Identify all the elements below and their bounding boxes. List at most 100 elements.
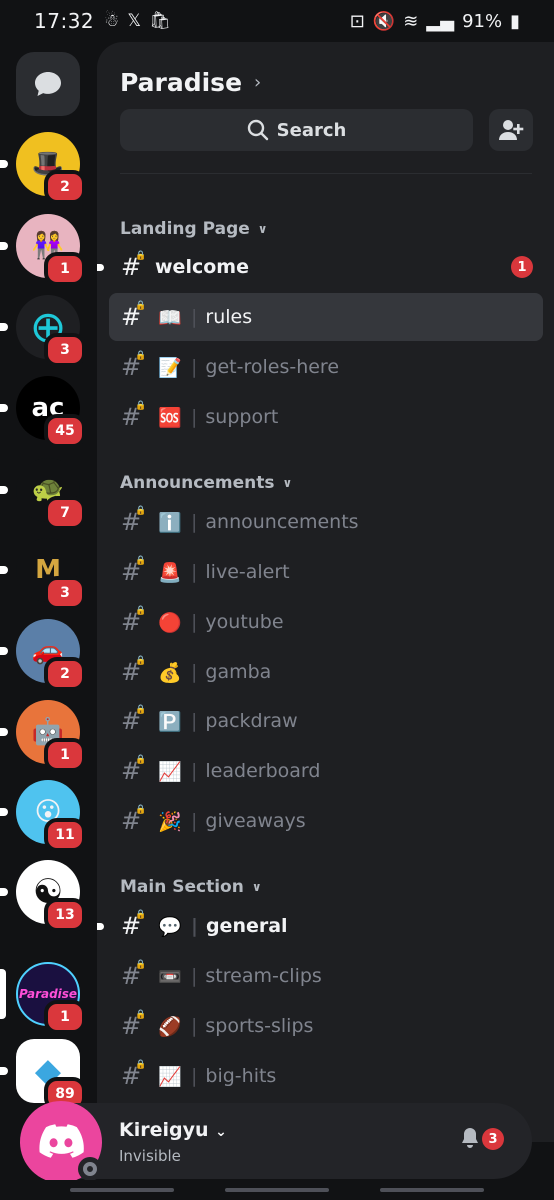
- hashtag-icon: # 🔒: [121, 755, 147, 785]
- channel-rules[interactable]: # 🔒 📖 | rules: [109, 293, 543, 341]
- server-12[interactable]: ◆ 89: [16, 1039, 86, 1111]
- server-1[interactable]: 🎩 2: [16, 132, 86, 204]
- unread-server-indicator: [0, 728, 8, 736]
- channel-name: youtube: [205, 611, 284, 633]
- channel-name: live-alert: [205, 561, 290, 583]
- unread-indicator: [97, 263, 104, 271]
- channel-badge: 1: [511, 256, 533, 278]
- hashtag-icon: # 🔒: [121, 606, 147, 636]
- unread-server-indicator: [0, 323, 8, 331]
- channel-emoji: 📈: [158, 760, 182, 783]
- channel-name: sports-slips: [205, 1015, 314, 1037]
- category-label: Main Section: [120, 877, 244, 897]
- unread-server-indicator: [0, 566, 8, 574]
- status-notification-icons: ☃ 𝕏 🛍: [104, 11, 171, 31]
- add-user-icon: [499, 120, 524, 140]
- server-header[interactable]: Paradise ›: [120, 68, 261, 97]
- category-header[interactable]: Landing Page ∨: [120, 219, 268, 239]
- channel-emoji: 📝: [158, 356, 182, 379]
- discord-logo-icon: [39, 1124, 84, 1158]
- notification-app-icon: ☃: [104, 11, 120, 31]
- channel-name: announcements: [205, 511, 359, 533]
- hashtag-icon: # 🔒: [121, 301, 147, 331]
- signal-icon: ▂▄: [426, 10, 455, 32]
- channel-emoji: 🆘: [158, 406, 182, 429]
- channel-big-hits[interactable]: # 🔒 📈 | big-hits: [109, 1052, 543, 1100]
- server-4[interactable]: ac 45: [16, 376, 86, 448]
- nav-handle-left[interactable]: [70, 1188, 174, 1192]
- hashtag-icon: # 🔒: [121, 656, 147, 686]
- channel-name: support: [205, 406, 279, 428]
- channel-gamba[interactable]: # 🔒 💰 | gamba: [109, 648, 543, 696]
- channel-emoji: 💬: [158, 915, 182, 938]
- channel-general[interactable]: # 🔒 💬 | general: [97, 902, 543, 950]
- hashtag-icon: # 🔒: [121, 805, 147, 835]
- channel-emoji: 🔴: [158, 611, 182, 634]
- server-paradise[interactable]: Paradise 1: [16, 962, 86, 1034]
- server-9[interactable]: 😮 11: [16, 780, 86, 852]
- category-header[interactable]: Main Section ∨: [120, 877, 262, 897]
- channel-support[interactable]: # 🔒 🆘 | support: [109, 393, 543, 441]
- server-2[interactable]: 👭 1: [16, 214, 86, 286]
- channel-name: stream-clips: [205, 965, 322, 987]
- channel-leaderboard[interactable]: # 🔒 📈 | leaderboard: [109, 747, 543, 795]
- channel-sports-slips[interactable]: # 🔒 🏈 | sports-slips: [109, 1002, 543, 1050]
- hashtag-icon: # 🔒: [121, 556, 147, 586]
- channel-get-roles-here[interactable]: # 🔒 📝 | get-roles-here: [109, 343, 543, 391]
- search-button[interactable]: Search: [120, 109, 473, 151]
- x-app-icon: 𝕏: [127, 11, 142, 31]
- channel-emoji: 🎉: [158, 810, 182, 833]
- channel-youtube[interactable]: # 🔒 🔴 | youtube: [109, 598, 543, 646]
- category-header[interactable]: Announcements ∨: [120, 473, 292, 493]
- server-5[interactable]: 🐢 7: [16, 458, 86, 530]
- username[interactable]: Kireigyu ⌄: [119, 1119, 227, 1141]
- unread-server-indicator: [0, 160, 8, 168]
- channel-name: rules: [205, 306, 253, 328]
- server-8[interactable]: 🤖 1: [16, 700, 86, 772]
- channel-separator: |: [191, 356, 198, 378]
- channel-emoji: 🚨: [158, 561, 182, 584]
- chevron-down-icon: ⌄: [215, 1124, 227, 1140]
- user-status: Invisible: [119, 1147, 181, 1165]
- battery-level: 91%: [462, 10, 503, 32]
- user-panel[interactable]: Kireigyu ⌄ Invisible 3: [20, 1101, 532, 1183]
- channel-announcements[interactable]: # 🔒 ℹ️ | announcements: [109, 498, 543, 546]
- wifi-icon: ≋: [403, 10, 419, 32]
- invite-members-button[interactable]: [489, 109, 533, 151]
- chevron-down-icon: ∨: [251, 880, 262, 894]
- nav-handle-right[interactable]: [380, 1188, 484, 1192]
- channel-separator: |: [191, 1065, 198, 1087]
- server-badge: 7: [44, 496, 86, 530]
- channel-separator: |: [191, 306, 198, 328]
- direct-messages-button[interactable]: [16, 52, 80, 116]
- server-7[interactable]: 🚗 2: [16, 619, 86, 691]
- channel-name: packdraw: [205, 710, 298, 732]
- notifications-button[interactable]: [460, 1127, 480, 1153]
- status-bar: 17:32 ☃ 𝕏 🛍 ⊡ 🔇 ≋ ▂▄ 91% ▮: [0, 0, 554, 42]
- server-6[interactable]: M3: [16, 538, 86, 610]
- channel-stream-clips[interactable]: # 🔒 📼 | stream-clips: [109, 952, 543, 1000]
- server-3[interactable]: ⊕ 3: [16, 295, 86, 367]
- search-label: Search: [276, 119, 347, 141]
- channel-welcome[interactable]: # 🔒 welcome 1: [97, 243, 543, 291]
- channel-packdraw[interactable]: # 🔒 🅿️ | packdraw: [109, 697, 543, 745]
- server-badge: 13: [44, 898, 86, 932]
- channel-name: general: [205, 915, 288, 937]
- unread-server-indicator: [0, 486, 8, 494]
- channel-live-alert[interactable]: # 🔒 🚨 | live-alert: [109, 548, 543, 596]
- system-nav-bar: [0, 1180, 554, 1200]
- hashtag-icon: # 🔒: [121, 401, 147, 431]
- server-10[interactable]: ☯ 13: [16, 860, 86, 932]
- server-badge: 45: [44, 414, 86, 448]
- nav-handle-center[interactable]: [225, 1188, 329, 1192]
- unread-server-indicator: [0, 1067, 8, 1075]
- category-label: Announcements: [120, 473, 275, 493]
- unread-server-indicator: [0, 242, 8, 250]
- channel-separator: |: [191, 915, 198, 937]
- category-label: Landing Page: [120, 219, 250, 239]
- server-badge: 11: [44, 818, 86, 852]
- channel-separator: |: [191, 661, 198, 683]
- status-system-icons: ⊡ 🔇 ≋ ▂▄ 91% ▮: [350, 11, 520, 32]
- channel-name: big-hits: [205, 1065, 277, 1087]
- channel-giveaways[interactable]: # 🔒 🎉 | giveaways: [109, 797, 543, 845]
